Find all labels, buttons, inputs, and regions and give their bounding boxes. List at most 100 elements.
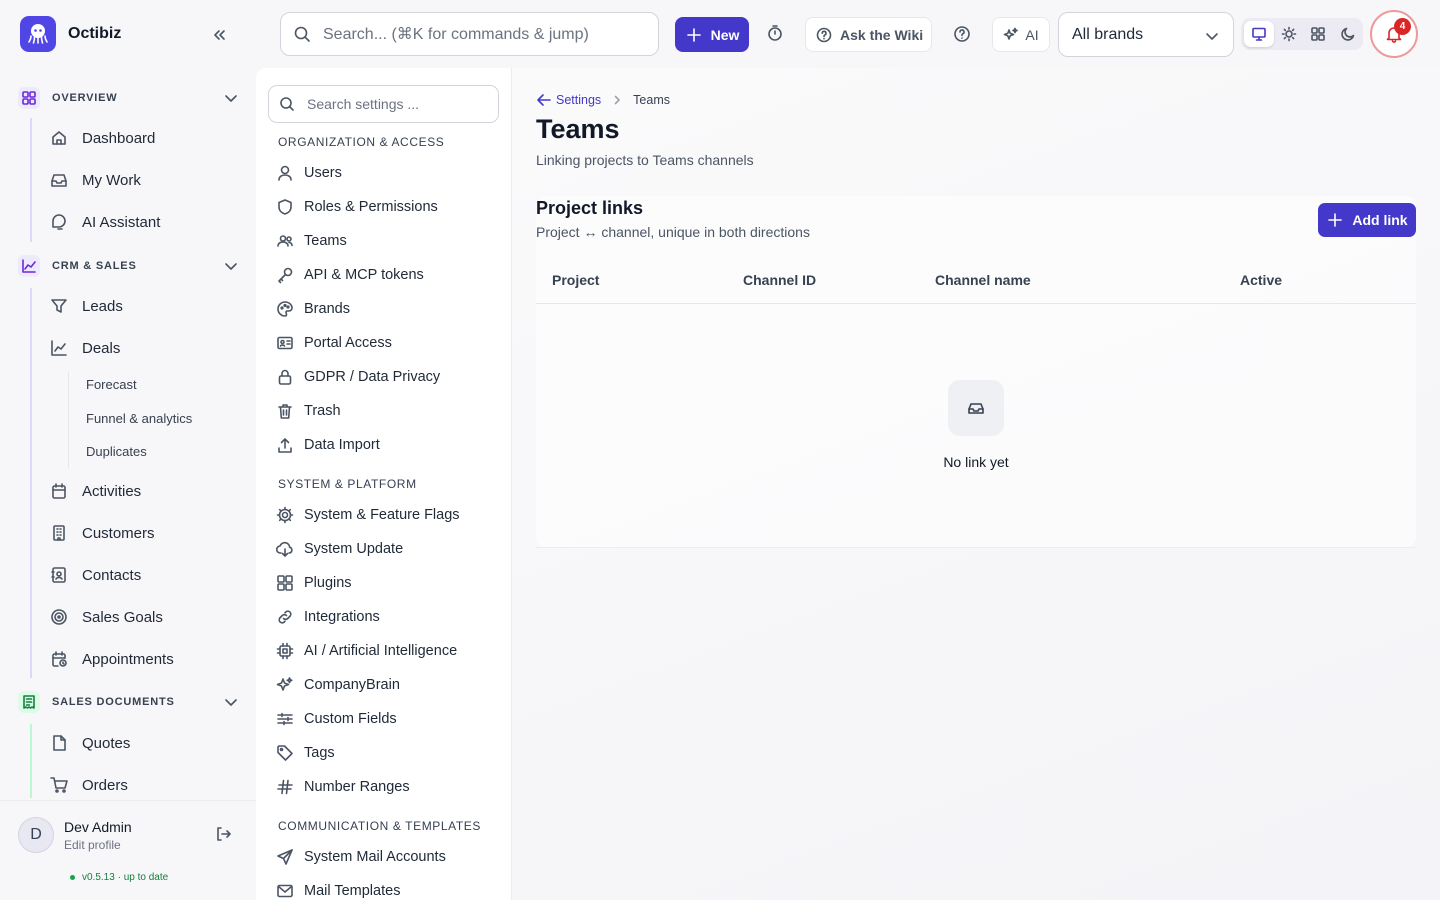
settings-item-system-mail[interactable]: System Mail Accounts — [276, 845, 446, 869]
settings-item-label: Custom Fields — [304, 711, 397, 727]
settings-item-api-tokens[interactable]: API & MCP tokens — [276, 263, 424, 287]
settings-item-roles[interactable]: Roles & Permissions — [276, 195, 438, 219]
sidebar-item-appointments[interactable]: Appointments — [50, 645, 174, 673]
column-project[interactable]: Project — [552, 272, 599, 288]
sidebar-subitem-funnel[interactable]: Funnel & analytics — [86, 409, 192, 429]
sidebar-item-label: Leads — [82, 297, 123, 315]
chat-icon — [52, 214, 66, 230]
new-button[interactable]: New — [675, 17, 749, 52]
settings-item-gdpr[interactable]: GDPR / Data Privacy — [276, 365, 440, 389]
sidebar-item-label: Contacts — [82, 566, 142, 584]
settings-item-mail-templates[interactable]: Mail Templates — [276, 879, 400, 900]
settings-item-number-ranges[interactable]: Number Ranges — [276, 775, 410, 799]
sidebar-item-label: Quotes — [82, 734, 131, 752]
lock-icon — [278, 369, 292, 385]
sidebar-item-deals[interactable]: Deals — [50, 334, 120, 362]
logout-icon[interactable] — [214, 825, 232, 843]
settings-item-trash[interactable]: Trash — [276, 399, 341, 423]
empty-state-text: No link yet — [943, 454, 1009, 470]
settings-item-label: CompanyBrain — [304, 677, 400, 693]
send-icon — [277, 849, 293, 865]
layout-grid-icon[interactable] — [1304, 21, 1334, 47]
timer-icon[interactable] — [766, 24, 784, 42]
settings-search-input[interactable]: Search settings ... — [268, 85, 499, 123]
settings-item-label: Data Import — [304, 437, 380, 453]
sidebar-nav[interactable]: OVERVIEW Dashboard My Work AI Assistant … — [0, 78, 256, 798]
edit-profile-link[interactable]: Edit profile — [64, 838, 121, 852]
settings-group-label: COMMUNICATION & TEMPLATES — [278, 819, 482, 833]
brand[interactable]: Octibiz — [20, 16, 121, 52]
sidebar-item-orders[interactable]: Orders — [50, 771, 128, 798]
building-icon — [53, 525, 65, 541]
column-channel-id[interactable]: Channel ID — [743, 272, 816, 288]
ask-wiki-button[interactable]: Ask the Wiki — [805, 17, 932, 52]
sidebar-item-label: My Work — [82, 171, 141, 189]
column-active[interactable]: Active — [1240, 272, 1282, 288]
settings-item-feature-flags[interactable]: System & Feature Flags — [276, 503, 460, 527]
filter-icon — [51, 299, 67, 313]
link-icon — [278, 610, 292, 624]
global-search-input[interactable]: Search... (⌘K for commands & jump) — [280, 12, 659, 56]
document-icon — [53, 735, 66, 751]
section-crm-sales[interactable]: CRM & SALES — [18, 254, 242, 278]
collapse-sidebar-icon[interactable] — [208, 24, 230, 46]
settings-item-brands[interactable]: Brands — [276, 297, 350, 321]
sidebar-item-quotes[interactable]: Quotes — [50, 729, 130, 757]
settings-item-data-import[interactable]: Data Import — [276, 433, 380, 457]
settings-item-custom-fields[interactable]: Custom Fields — [276, 707, 397, 731]
settings-item-label: AI / Artificial Intelligence — [304, 643, 458, 659]
tag-icon — [277, 745, 293, 761]
sidebar-item-leads[interactable]: Leads — [50, 292, 123, 320]
settings-item-label: Portal Access — [304, 335, 392, 351]
sun-icon[interactable] — [1274, 21, 1304, 47]
chevron-down-icon[interactable] — [222, 693, 240, 711]
question-circle-icon — [816, 27, 832, 42]
sidebar-item-dashboard[interactable]: Dashboard — [50, 124, 155, 152]
chevron-right-icon — [614, 95, 620, 105]
settings-item-label: Teams — [304, 233, 347, 249]
settings-item-users[interactable]: Users — [276, 161, 342, 185]
section-label: SALES DOCUMENTS — [52, 696, 175, 708]
section-overview[interactable]: OVERVIEW — [18, 86, 242, 110]
sidebar-subitem-forecast[interactable]: Forecast — [86, 375, 137, 395]
chevron-down-icon[interactable] — [222, 89, 240, 107]
add-link-button[interactable]: Add link — [1318, 203, 1416, 237]
chevron-down-icon[interactable] — [222, 257, 240, 275]
version-status: · up to date — [117, 872, 169, 883]
sidebar-item-activities[interactable]: Activities — [50, 477, 141, 505]
sidebar-item-sales-goals[interactable]: Sales Goals — [50, 603, 163, 631]
settings-item-companybrain[interactable]: CompanyBrain — [276, 673, 400, 697]
settings-item-teams[interactable]: Teams — [276, 229, 347, 253]
breadcrumb-settings: Settings — [556, 93, 602, 107]
ai-button[interactable]: AI — [992, 17, 1050, 52]
section-sales-documents[interactable]: SALES DOCUMENTS — [18, 690, 242, 714]
column-channel-name[interactable]: Channel name — [935, 272, 1031, 288]
breadcrumb-back-link[interactable]: Settings — [536, 92, 601, 108]
settings-item-plugins[interactable]: Plugins — [276, 571, 352, 595]
sparkles-icon — [1004, 27, 1019, 40]
settings-item-label: Users — [304, 165, 342, 181]
brand-select[interactable]: All brands — [1058, 12, 1234, 57]
settings-item-integrations[interactable]: Integrations — [276, 605, 380, 629]
sidebar-item-contacts[interactable]: Contacts — [50, 561, 141, 589]
target-icon — [51, 609, 67, 625]
version-info: v0.5.13 · up to date — [70, 872, 168, 883]
notifications-button[interactable] — [1370, 10, 1418, 58]
settings-item-system-update[interactable]: System Update — [276, 537, 403, 561]
sidebar-item-my-work[interactable]: My Work — [50, 166, 141, 194]
version-number: v0.5.13 — [82, 872, 115, 883]
avatar[interactable]: D — [18, 817, 54, 853]
moon-icon[interactable] — [1333, 21, 1363, 47]
sidebar-item-customers[interactable]: Customers — [50, 519, 155, 547]
octopus-logo-icon — [20, 16, 56, 52]
settings-item-tags[interactable]: Tags — [276, 741, 335, 765]
settings-item-portal-access[interactable]: Portal Access — [276, 331, 392, 355]
sidebar-item-ai-assistant[interactable]: AI Assistant — [50, 208, 160, 236]
settings-item-ai[interactable]: AI / Artificial Intelligence — [276, 639, 457, 663]
grid-icon — [277, 575, 293, 591]
sidebar-subitem-duplicates[interactable]: Duplicates — [86, 442, 147, 462]
receipt-icon — [18, 691, 40, 713]
trend-icon — [51, 340, 67, 356]
help-icon[interactable] — [953, 25, 971, 43]
monitor-icon[interactable] — [1244, 21, 1274, 47]
